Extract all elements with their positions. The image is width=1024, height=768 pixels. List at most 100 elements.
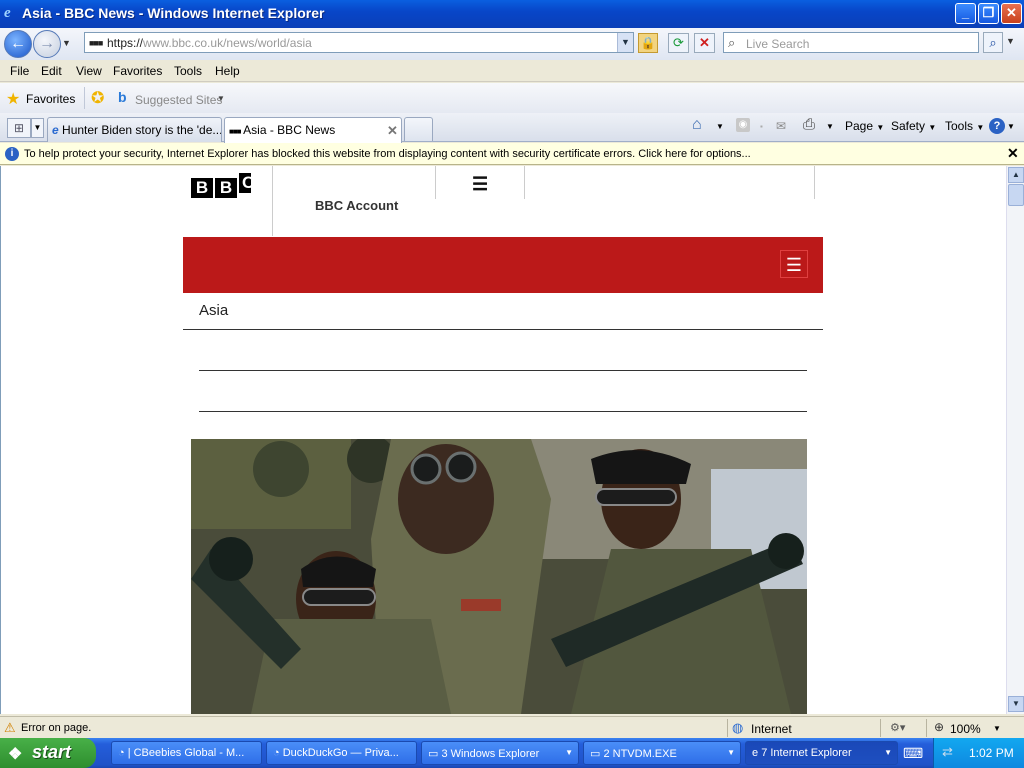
taskbar-item-label: DuckDuckGo — Priva... <box>282 747 399 759</box>
bbc-logo-letter: B <box>215 178 237 198</box>
taskbar-item-duckduckgo[interactable]: ◔ DuckDuckGo — Priva... <box>266 741 417 765</box>
chevron-down-icon: ▼ <box>884 748 892 757</box>
favorites-star-icon[interactable]: ★ <box>6 89 20 109</box>
keyboard-icon[interactable]: ⌨ <box>903 745 923 762</box>
page-icon: ■■■ <box>89 38 103 48</box>
start-button[interactable]: ❖ start <box>0 738 96 768</box>
address-bar[interactable]: ■■■ https://www.bbc.co.uk/news/world/asi… <box>84 32 634 53</box>
chevron-down-icon: ▼ <box>727 748 735 757</box>
security-info-bar[interactable]: i To help protect your security, Interne… <box>0 143 1024 165</box>
tools-menu[interactable]: Tools ▼ <box>945 119 984 133</box>
window-title: Asia - BBC News - Windows Internet Explo… <box>22 5 325 21</box>
menu-icon[interactable]: ☰ <box>472 174 488 195</box>
close-button[interactable]: ✕ <box>1001 3 1022 24</box>
print-dropdown-icon[interactable]: ▼ <box>826 122 834 131</box>
taskbar-item-ntvdm[interactable]: ▭ 2 NTVDM.EXE ▼ <box>583 741 741 765</box>
divider <box>183 329 823 330</box>
warning-icon[interactable]: ⚠ <box>4 720 16 736</box>
clock[interactable]: 1:02 PM <box>969 746 1014 760</box>
menu-edit[interactable]: Edit <box>41 64 62 78</box>
scroll-down-button[interactable]: ▼ <box>1008 696 1024 712</box>
new-tab-button[interactable] <box>404 117 433 141</box>
divider <box>199 370 807 371</box>
live-search-icon: ⌕ <box>728 35 736 50</box>
security-lock-icon[interactable]: 🔒 <box>638 33 658 53</box>
home-icon[interactable]: ⌂ <box>692 116 702 134</box>
feeds-dropdown-icon: ▪ <box>760 122 763 131</box>
minimize-button[interactable]: _ <box>955 3 976 24</box>
back-button[interactable]: ← <box>4 30 32 58</box>
url-path: /news/world/asia <box>223 36 312 50</box>
zoom-level[interactable]: 100% <box>950 722 981 736</box>
menu-help[interactable]: Help <box>215 64 240 78</box>
tools-menu-label: Tools <box>945 119 974 133</box>
tab-list-dropdown-icon[interactable]: ▼ <box>31 118 44 138</box>
shield-icon: i <box>5 147 19 161</box>
taskbar-item-label: 3 Windows Explorer <box>441 748 540 760</box>
scroll-thumb[interactable] <box>1008 184 1024 206</box>
feeds-icon[interactable]: ◉ <box>736 118 750 132</box>
print-icon[interactable]: ⎙ <box>803 116 815 133</box>
tab-hunter-biden[interactable]: e Hunter Biden story is the 'de... <box>47 117 222 142</box>
address-url[interactable]: https://www.bbc.co.uk/news/world/asia <box>107 36 312 50</box>
close-info-bar-icon[interactable]: ✕ <box>1007 145 1019 162</box>
menu-file[interactable]: File <box>10 64 29 78</box>
help-icon[interactable]: ? <box>989 118 1005 134</box>
scroll-up-button[interactable]: ▲ <box>1008 167 1024 183</box>
divider <box>727 719 728 737</box>
favorites-button[interactable]: Favorites <box>26 92 75 106</box>
search-options-dropdown-icon[interactable]: ▼ <box>1006 36 1015 46</box>
news-photo[interactable] <box>191 439 807 714</box>
taskbar-item-internet-explorer[interactable]: e 7 Internet Explorer ▼ <box>745 741 898 765</box>
refresh-button[interactable]: ⟳ <box>668 33 689 53</box>
console-icon: ▭ <box>590 748 604 760</box>
search-button[interactable]: ⌕ <box>983 32 1003 53</box>
divider <box>435 166 436 199</box>
address-dropdown-icon[interactable]: ▼ <box>617 33 633 52</box>
suggested-sites-dropdown-icon[interactable]: ▼ <box>217 94 225 103</box>
mail-icon[interactable]: ✉ <box>776 119 786 133</box>
chevron-down-icon: ▼ <box>565 748 573 757</box>
bbc-account-link[interactable]: BBC Account <box>315 198 398 213</box>
zoom-dropdown-icon[interactable]: ▼ <box>993 724 1001 733</box>
taskbar-item-windows-explorer[interactable]: ▭ 3 Windows Explorer ▼ <box>421 741 579 765</box>
search-box[interactable]: ⌕ Live Search <box>723 32 979 53</box>
url-scheme: https:// <box>107 36 144 50</box>
maximize-button[interactable]: ❐ <box>978 3 999 24</box>
divider <box>84 87 85 109</box>
menu-tools[interactable]: Tools <box>174 64 202 78</box>
stop-button[interactable]: ✕ <box>694 33 715 53</box>
taskbar-item-cbeebies[interactable]: ◔ | CBeebies Global - M... <box>111 741 262 765</box>
vertical-scrollbar[interactable]: ▲ ▼ <box>1006 166 1024 714</box>
help-dropdown-icon[interactable]: ▼ <box>1007 122 1015 131</box>
soldiers-photo-illustration <box>191 439 807 714</box>
zoom-icon[interactable]: ⊕ <box>934 720 944 734</box>
search-placeholder: Live Search <box>746 37 810 51</box>
quick-tabs-button[interactable]: ⊞ <box>7 118 31 138</box>
recent-pages-dropdown-icon[interactable]: ▼ <box>62 38 71 48</box>
tab-asia-bbc-news[interactable]: ■■■ Asia - BBC News ✕ <box>224 117 402 143</box>
section-title: Asia <box>199 302 229 319</box>
bbc-logo-letter: C <box>239 173 251 193</box>
menu-view[interactable]: View <box>76 64 102 78</box>
news-menu-icon[interactable]: ☰ <box>780 250 808 278</box>
taskbar-item-label: 7 Internet Explorer <box>761 747 852 759</box>
title-bar[interactable]: e Asia - BBC News - Windows Internet Exp… <box>0 0 1024 28</box>
status-error-text[interactable]: Error on page. <box>21 722 91 734</box>
suggested-sites-button[interactable]: Suggested Sites <box>135 93 222 107</box>
divider <box>272 166 273 236</box>
bing-icon: b <box>118 89 127 105</box>
menu-favorites[interactable]: Favorites <box>113 64 162 78</box>
network-icon[interactable]: ⇄ <box>942 744 953 760</box>
bbc-logo[interactable]: BBC <box>191 173 253 198</box>
app-icon: ◔ <box>273 747 283 759</box>
page-menu[interactable]: Page ▼ <box>845 119 884 133</box>
close-tab-icon[interactable]: ✕ <box>387 123 398 139</box>
divider <box>524 166 525 199</box>
info-bar-message[interactable]: To help protect your security, Internet … <box>24 148 751 160</box>
protected-mode-icon[interactable]: ⚙▾ <box>890 721 905 734</box>
add-to-favorites-icon[interactable]: ✪ <box>91 88 104 108</box>
forward-button[interactable]: → <box>33 30 61 58</box>
safety-menu[interactable]: Safety ▼ <box>891 119 936 133</box>
home-dropdown-icon[interactable]: ▼ <box>716 122 724 131</box>
